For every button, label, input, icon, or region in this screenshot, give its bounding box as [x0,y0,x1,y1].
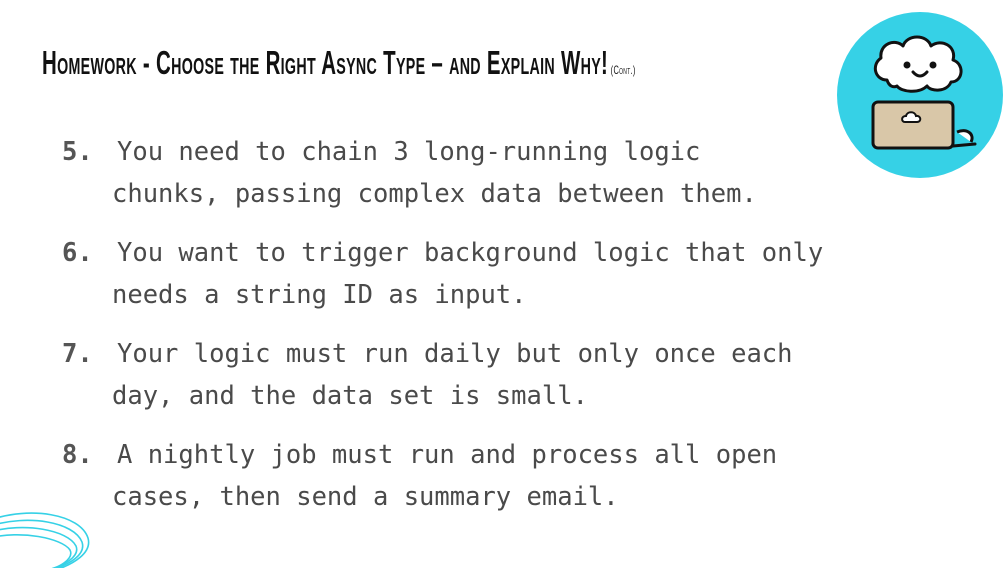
item-text-line-2: cases, then send a summary email. [112,482,619,512]
slide-title-suffix: (Cont.) [610,63,636,77]
item-number: 5. [62,137,93,167]
homework-list: 5. You need to chain 3 long-running logi… [62,131,1002,535]
swirl-decoration-icon [0,512,90,568]
list-item: 7. Your logic must run daily but only on… [62,333,1002,417]
item-number: 7. [62,339,93,369]
item-number: 8. [62,440,93,470]
item-text-line-2: chunks, passing complex data between the… [112,179,757,209]
slide: Homework - Choose the Right Async Type –… [0,0,1008,568]
item-text-line-1: You need to chain 3 long-running logic [117,137,701,167]
item-text-line-2: day, and the data set is small. [112,381,588,411]
item-text-line-1: You want to trigger background logic tha… [117,238,824,268]
list-item: 6. You want to trigger background logic … [62,232,1002,316]
item-text-line-1: Your logic must run daily but only once … [117,339,793,369]
list-item: 5. You need to chain 3 long-running logi… [62,131,1002,215]
slide-title: Homework - Choose the Right Async Type –… [42,44,636,82]
item-number: 6. [62,238,93,268]
list-item: 8. A nightly job must run and process al… [62,434,1002,518]
slide-title-text: Homework - Choose the Right Async Type –… [42,44,609,81]
item-text-line-2: needs a string ID as input. [112,280,527,310]
item-text-line-1: A nightly job must run and process all o… [117,440,778,470]
